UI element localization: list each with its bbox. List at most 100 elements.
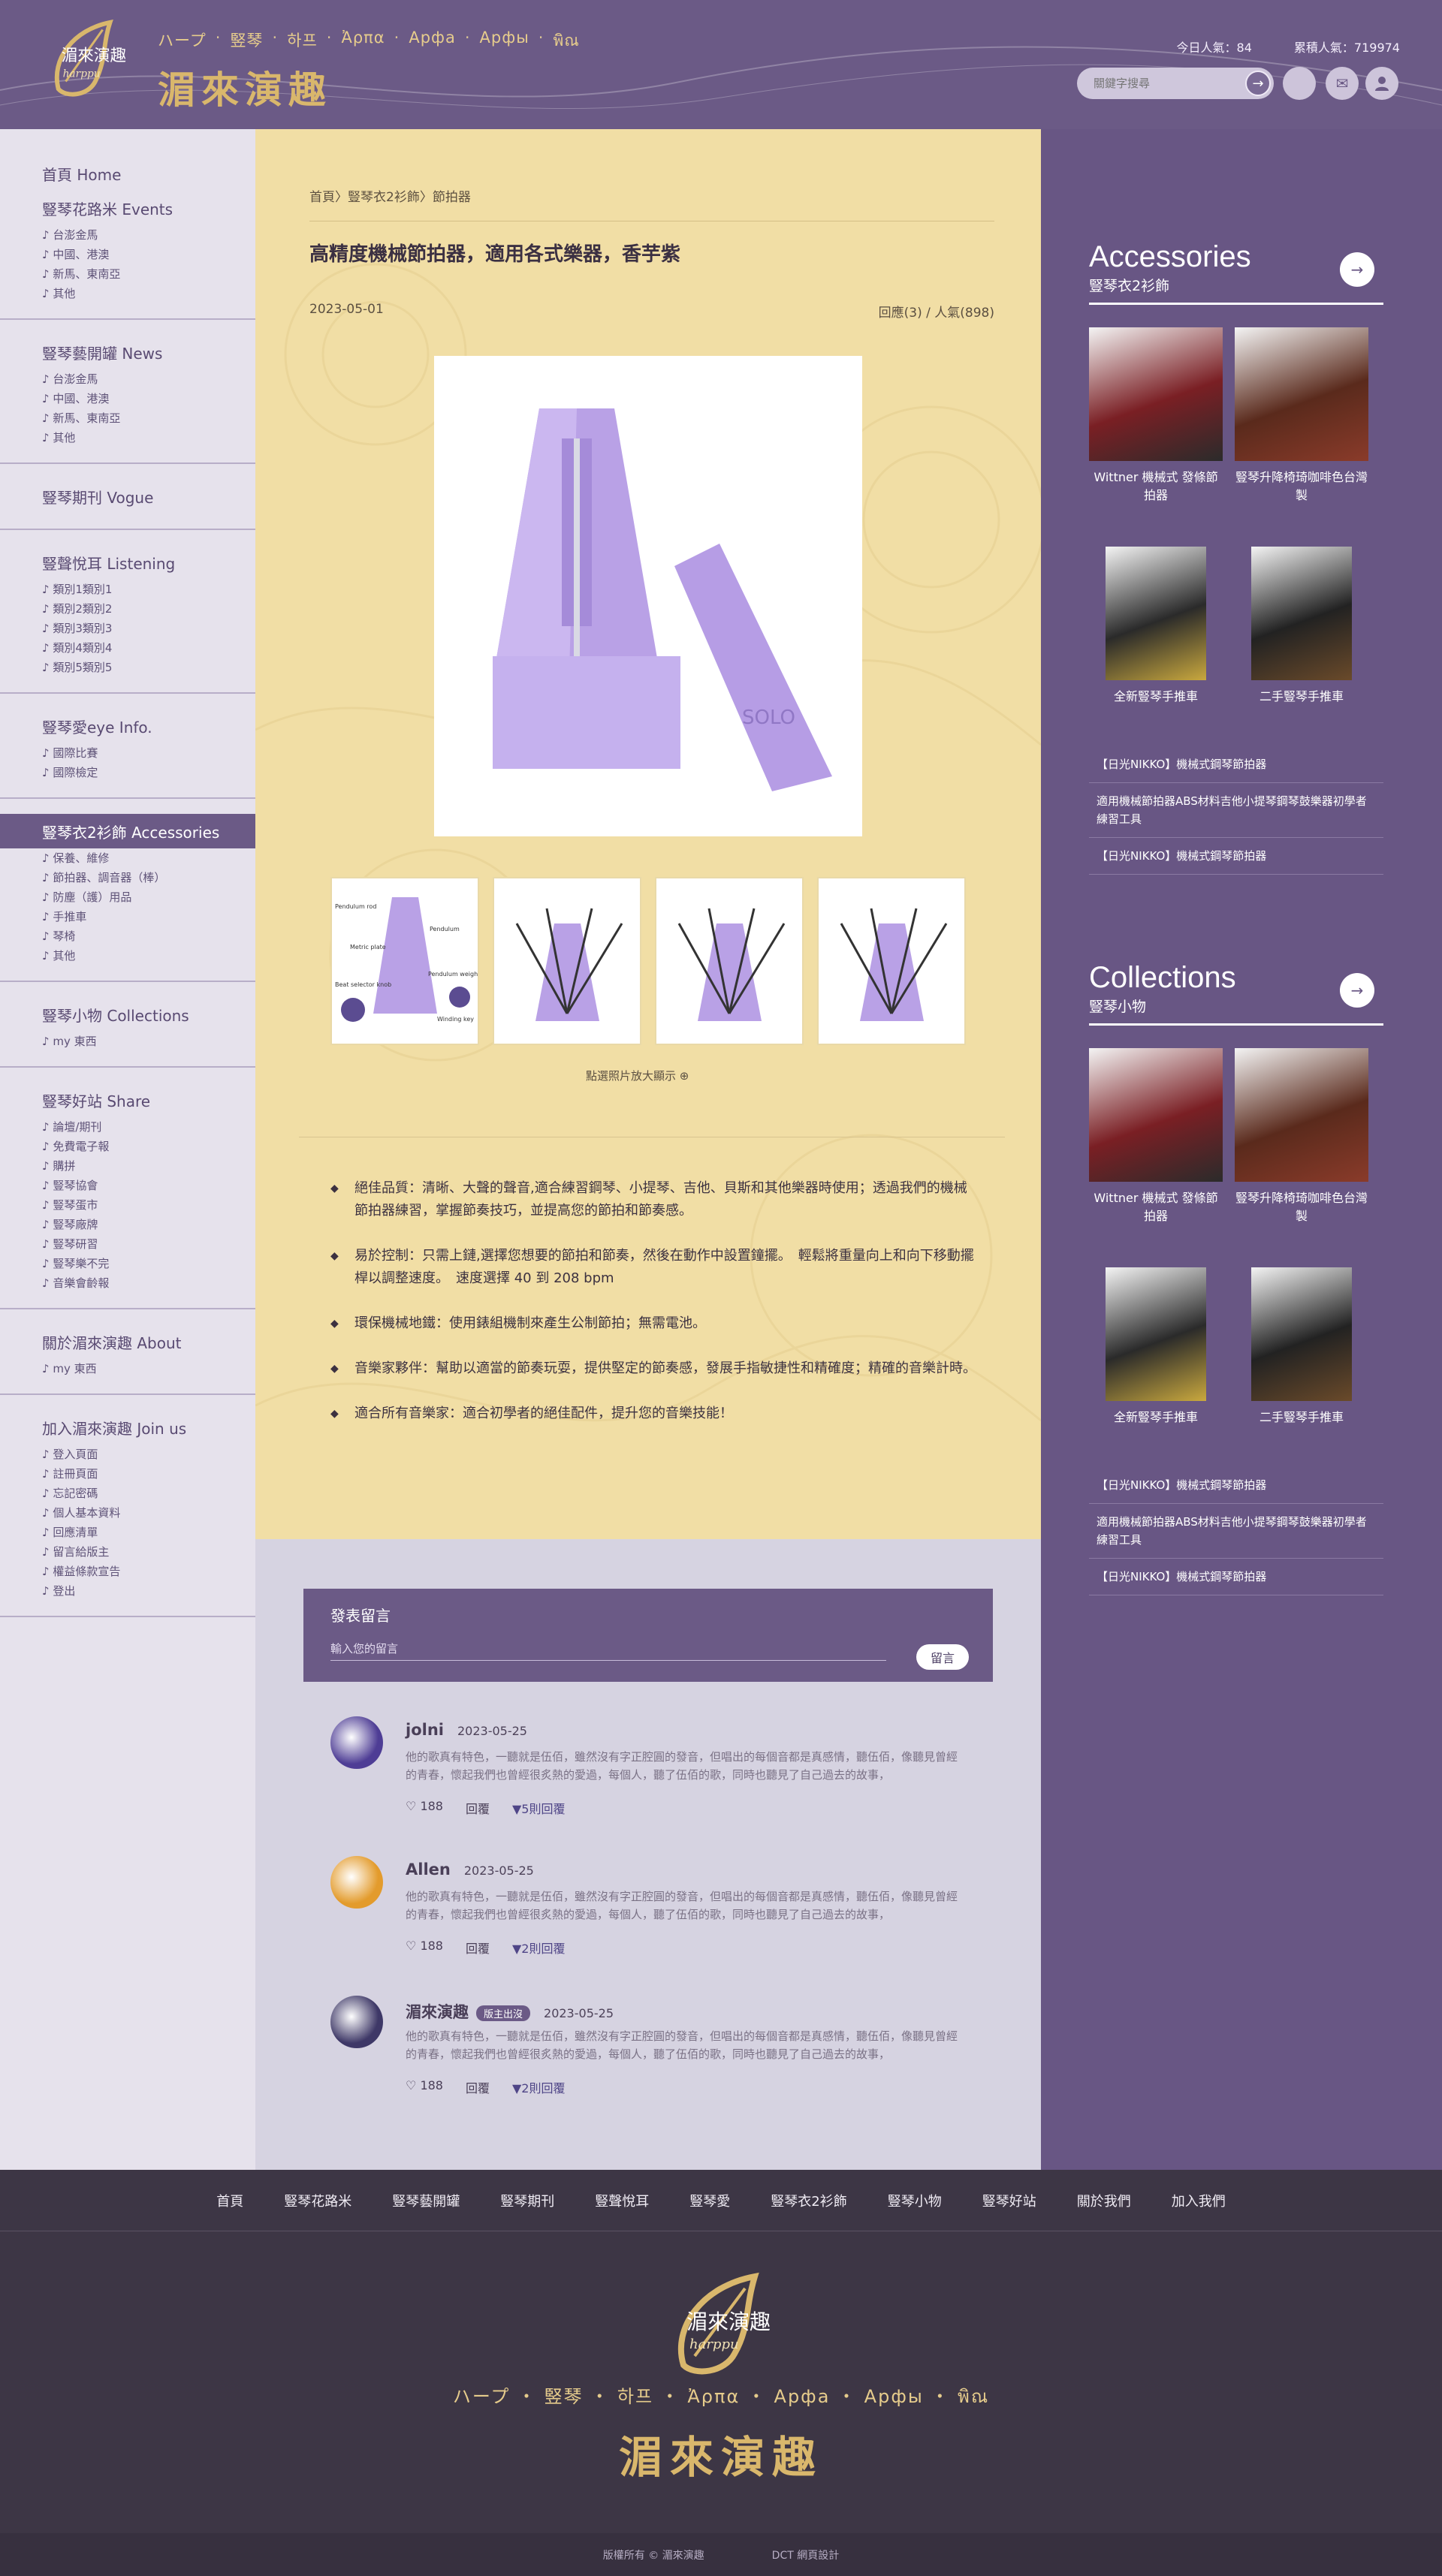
- product-card[interactable]: 豎琴升降椅琦咖啡色台灣製: [1235, 1048, 1368, 1225]
- comment-input[interactable]: [330, 1638, 886, 1661]
- search-submit-button[interactable]: →: [1245, 71, 1271, 96]
- footer-nav-item[interactable]: 豎琴好站: [982, 2191, 1036, 2210]
- footer-nav-item[interactable]: 豎琴愛: [689, 2191, 730, 2210]
- mail-icon[interactable]: ✉: [1326, 67, 1359, 100]
- product-image[interactable]: [1235, 1048, 1368, 1182]
- product-card[interactable]: 豎琴升降椅琦咖啡色台灣製: [1235, 327, 1368, 505]
- sidebar-subitem[interactable]: 註冊頁面: [0, 1464, 255, 1484]
- sidebar-item-title[interactable]: 豎琴衣2衫飾 Accessories: [0, 814, 255, 848]
- sidebar-subitem[interactable]: 免費電子報: [0, 1137, 255, 1156]
- avatar[interactable]: [330, 1856, 383, 1909]
- avatar[interactable]: [330, 1996, 383, 2048]
- product-card[interactable]: 二手豎琴手推車: [1235, 1267, 1368, 1427]
- product-image[interactable]: [1235, 327, 1368, 461]
- sidebar-subitem[interactable]: 購拼: [0, 1156, 255, 1176]
- sidebar-item-title[interactable]: 豎聲悅耳 Listening: [0, 545, 255, 580]
- sidebar-subitem[interactable]: 豎琴協會: [0, 1176, 255, 1195]
- sidebar-item-title[interactable]: 關於湄來演趣 About: [0, 1324, 255, 1359]
- sidebar-subitem[interactable]: 豎琴研習: [0, 1234, 255, 1254]
- arrow-right-icon[interactable]: →: [1340, 973, 1374, 1008]
- product-card[interactable]: Wittner 機械式 發條節拍器: [1089, 327, 1223, 505]
- sidebar-item-title[interactable]: 豎琴好站 Share: [0, 1083, 255, 1117]
- sidebar-item-title[interactable]: 首頁 Home: [0, 156, 255, 191]
- search-input[interactable]: [1094, 77, 1229, 90]
- avatar[interactable]: [330, 1716, 383, 1769]
- comment-author[interactable]: jolni: [406, 1721, 444, 1739]
- sidebar-subitem[interactable]: 國際比賽: [0, 743, 255, 763]
- footer-nav-item[interactable]: 首頁: [216, 2191, 243, 2210]
- sidebar-subitem[interactable]: 琴椅: [0, 926, 255, 946]
- sidebar-subitem[interactable]: 防塵（護）用品: [0, 887, 255, 907]
- product-image[interactable]: [1106, 547, 1206, 680]
- sidebar-subitem[interactable]: 中國、港澳: [0, 245, 255, 264]
- footer-nav-item[interactable]: 豎琴藝開罐: [392, 2191, 460, 2210]
- comment-author[interactable]: 湄來演趣: [406, 2003, 469, 2021]
- reply-button[interactable]: 回覆: [466, 2078, 490, 2096]
- product-image[interactable]: [1089, 1048, 1223, 1182]
- footer-logo-harp-icon[interactable]: 湄來演趣 harppu: [661, 2267, 781, 2380]
- show-replies-button[interactable]: ▼5則回覆: [512, 1799, 566, 1817]
- product-name[interactable]: 豎琴升降椅琦咖啡色台灣製: [1235, 469, 1368, 505]
- footer-nav-item[interactable]: 豎聲悅耳: [595, 2191, 649, 2210]
- related-link[interactable]: 【日光NIKKO】機械式鋼琴節拍器: [1089, 1467, 1383, 1504]
- footer-nav-item[interactable]: 豎琴衣2衫飾: [771, 2191, 846, 2210]
- product-card[interactable]: Wittner 機械式 發條節拍器: [1089, 1048, 1223, 1225]
- sidebar-subitem[interactable]: 節拍器、調音器（棒）: [0, 868, 255, 887]
- submit-comment-button[interactable]: 留言: [916, 1644, 969, 1670]
- sidebar-subitem[interactable]: 豎琴蛋市: [0, 1195, 255, 1215]
- sidebar-subitem[interactable]: 音樂會齡報: [0, 1273, 255, 1293]
- sidebar-subitem[interactable]: 台澎金馬: [0, 225, 255, 245]
- sidebar-subitem[interactable]: 類別3類別3: [0, 619, 255, 638]
- sidebar-subitem[interactable]: 保養、維修: [0, 848, 255, 868]
- footer-nav-item[interactable]: 關於我們: [1077, 2191, 1131, 2210]
- product-name[interactable]: 豎琴升降椅琦咖啡色台灣製: [1235, 1189, 1368, 1225]
- product-card[interactable]: 二手豎琴手推車: [1235, 547, 1368, 706]
- sidebar-item-title[interactable]: 豎琴花路米 Events: [0, 191, 255, 225]
- user-icon[interactable]: [1365, 67, 1398, 100]
- sidebar-subitem[interactable]: 個人基本資料: [0, 1503, 255, 1523]
- sidebar-item-title[interactable]: 豎琴藝開罐 News: [0, 335, 255, 369]
- product-image[interactable]: [1106, 1267, 1206, 1401]
- thumbnail-2[interactable]: [493, 877, 641, 1045]
- product-name[interactable]: 全新豎琴手推車: [1089, 1409, 1223, 1427]
- reply-button[interactable]: 回覆: [466, 1799, 490, 1817]
- sidebar-item-title[interactable]: 豎琴小物 Collections: [0, 997, 255, 1032]
- sidebar-subitem[interactable]: 論壇/期刊: [0, 1117, 255, 1137]
- sidebar-subitem[interactable]: 類別4類別4: [0, 638, 255, 658]
- product-image[interactable]: [1251, 547, 1352, 680]
- sidebar-subitem[interactable]: 豎琴廠牌: [0, 1215, 255, 1234]
- related-link[interactable]: 【日光NIKKO】機械式鋼琴節拍器: [1089, 746, 1383, 783]
- sidebar-subitem[interactable]: 新馬、東南亞: [0, 264, 255, 284]
- related-link[interactable]: 【日光NIKKO】機械式鋼琴節拍器: [1089, 1559, 1383, 1595]
- sidebar-subitem[interactable]: 中國、港澳: [0, 389, 255, 408]
- related-link[interactable]: 【日光NIKKO】機械式鋼琴節拍器: [1089, 838, 1383, 875]
- sidebar-item-title[interactable]: 豎琴期刊 Vogue: [0, 479, 255, 514]
- sidebar-subitem[interactable]: 登入頁面: [0, 1445, 255, 1464]
- sidebar-subitem[interactable]: 新馬、東南亞: [0, 408, 255, 428]
- thumbnail-3[interactable]: [655, 877, 804, 1045]
- comment-author[interactable]: Allen: [406, 1860, 451, 1879]
- sidebar-subitem[interactable]: 豎琴樂不完: [0, 1254, 255, 1273]
- sidebar-item-title[interactable]: 加入湄來演趣 Join us: [0, 1410, 255, 1445]
- breadcrumb[interactable]: 首頁〉豎琴衣2衫飾〉節拍器: [309, 186, 471, 205]
- like-button[interactable]: ♡ 188: [406, 1799, 443, 1817]
- sidebar-subitem[interactable]: 手推車: [0, 907, 255, 926]
- thumbnail-4[interactable]: [817, 877, 966, 1045]
- show-replies-button[interactable]: ▼2則回覆: [512, 2078, 566, 2096]
- thumbnail-1[interactable]: Pendulum rod Pendulum Metric plate Beat …: [330, 877, 480, 1045]
- related-link[interactable]: 適用機械節拍器ABS材料吉他小提琴鋼琴鼓樂器初學者練習工具: [1089, 1504, 1383, 1559]
- product-name[interactable]: 二手豎琴手推車: [1235, 688, 1368, 706]
- sidebar-item-title[interactable]: 豎琴愛eye Info.: [0, 709, 255, 743]
- footer-nav-item[interactable]: 豎琴小物: [888, 2191, 942, 2210]
- sidebar-subitem[interactable]: 回應清單: [0, 1523, 255, 1542]
- product-name[interactable]: 全新豎琴手推車: [1089, 688, 1223, 706]
- sidebar-subitem[interactable]: 類別1類別1: [0, 580, 255, 599]
- footer-nav-item[interactable]: 加入我們: [1172, 2191, 1226, 2210]
- related-link[interactable]: 適用機械節拍器ABS材料吉他小提琴鋼琴鼓樂器初學者練習工具: [1089, 783, 1383, 838]
- sidebar-subitem[interactable]: 其他: [0, 428, 255, 447]
- sidebar-subitem[interactable]: 國際檢定: [0, 763, 255, 782]
- sidebar-subitem[interactable]: 類別2類別2: [0, 599, 255, 619]
- reply-button[interactable]: 回覆: [466, 1939, 490, 1957]
- brand-title[interactable]: 湄來演趣: [158, 60, 332, 114]
- logo-harp-icon[interactable]: 湄來演趣 harppu: [44, 15, 132, 104]
